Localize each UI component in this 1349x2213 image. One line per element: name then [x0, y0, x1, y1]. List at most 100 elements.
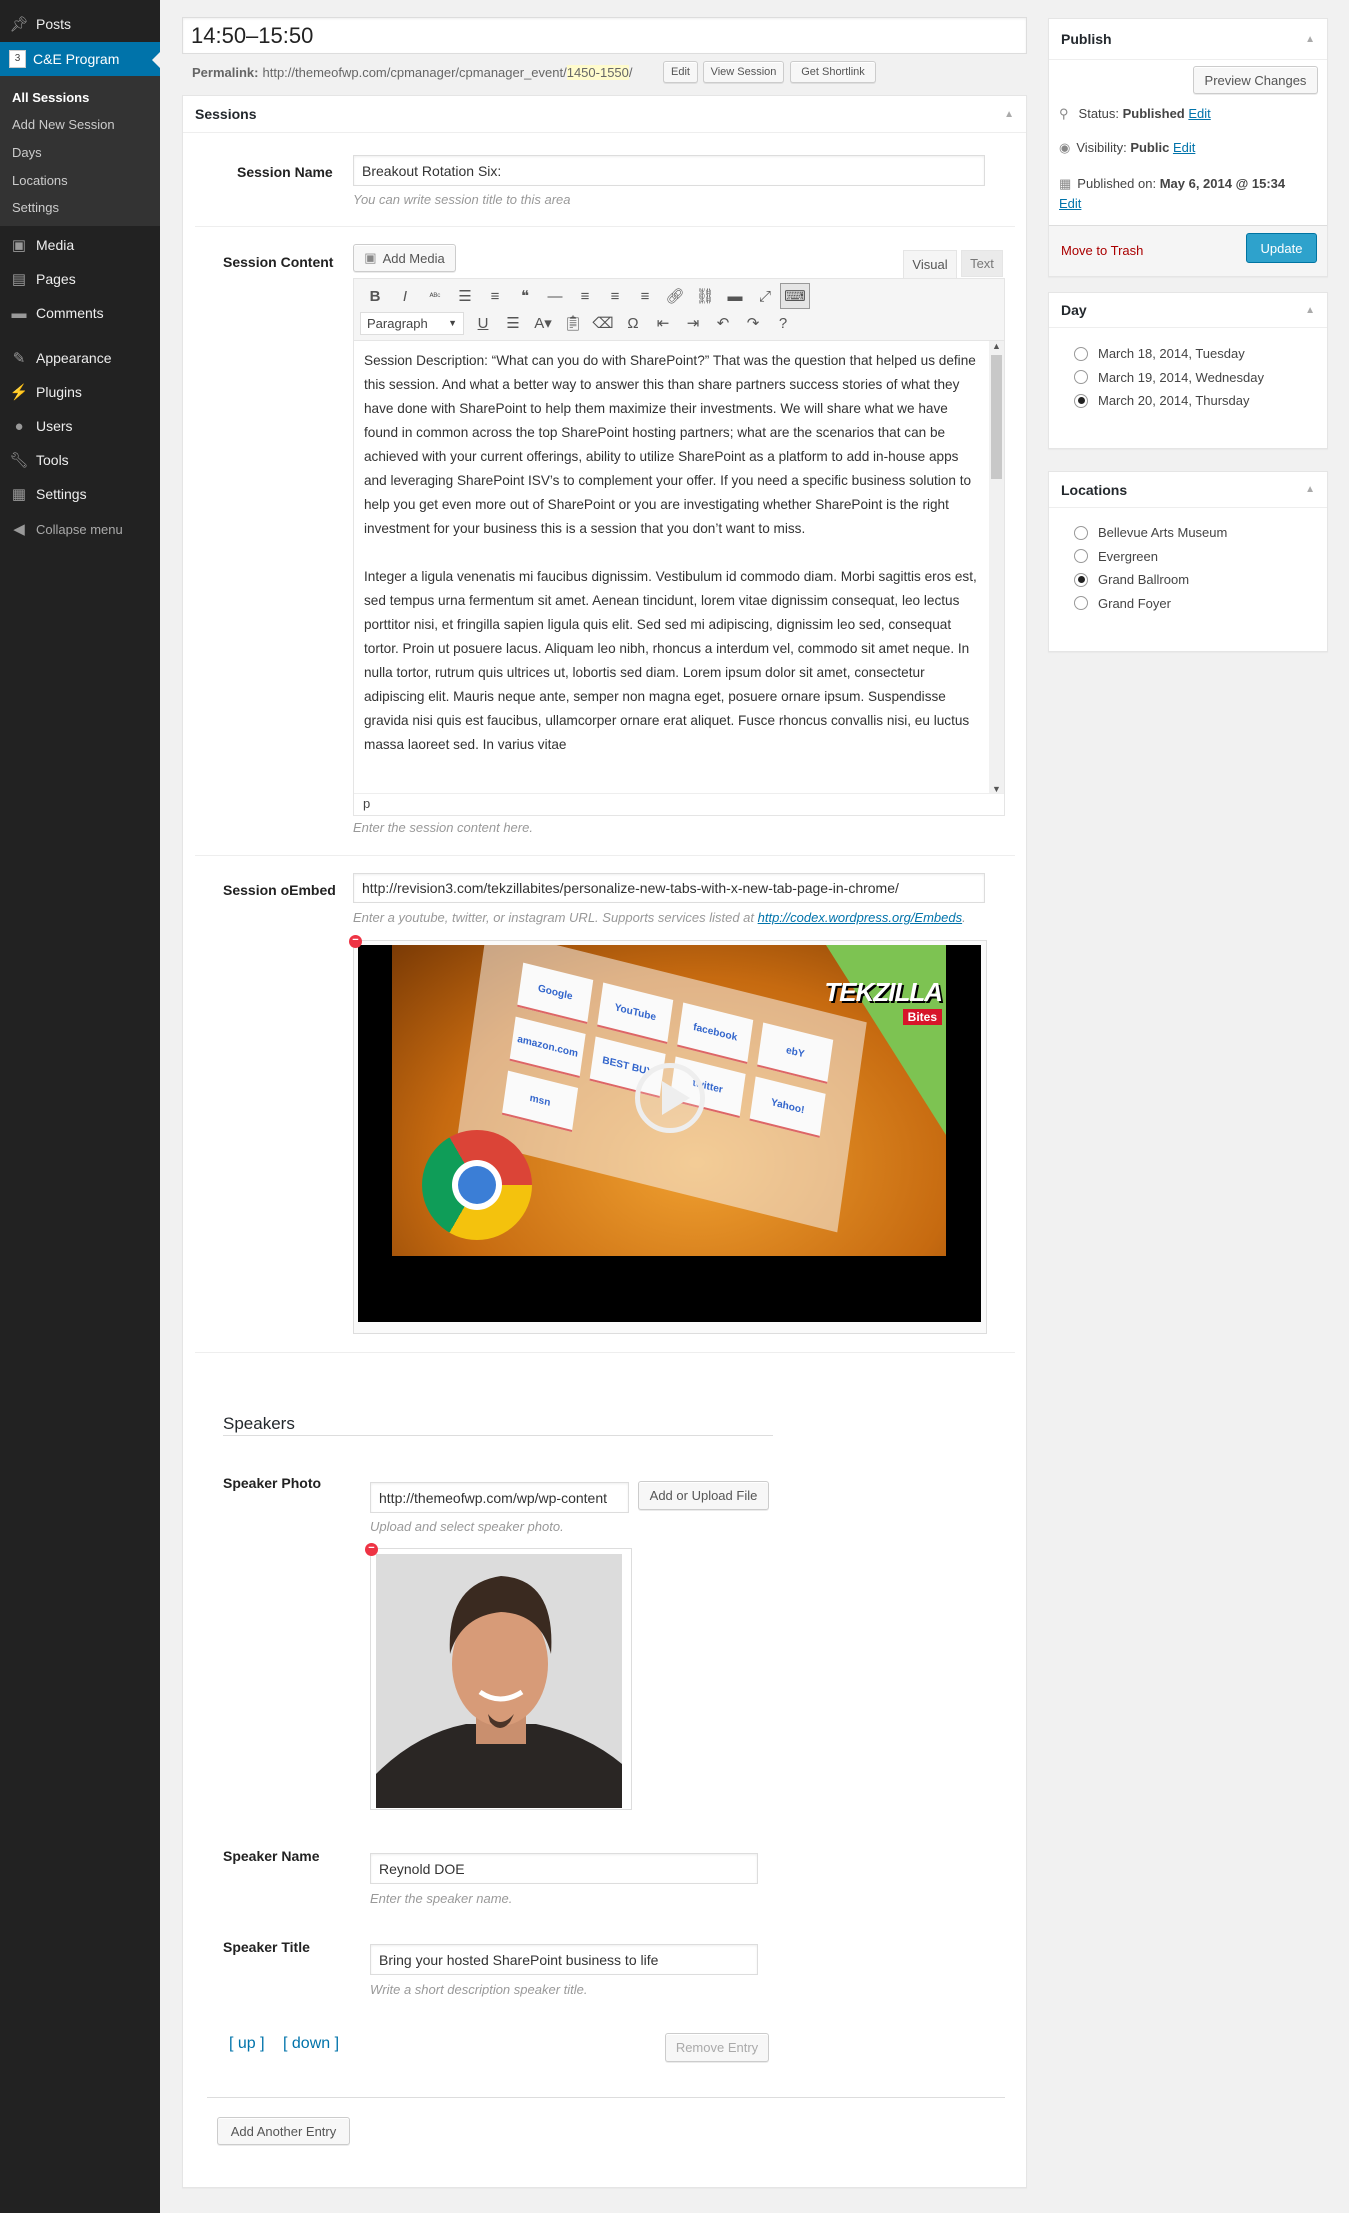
post-title-input[interactable]: 14:50–15:50 — [182, 17, 1027, 54]
radio-option[interactable]: Evergreen — [1074, 549, 1158, 564]
get-shortlink-button[interactable]: Get Shortlink — [790, 61, 876, 83]
sidebar-item-settings[interactable]: ▦ Settings — [0, 477, 160, 511]
view-session-button[interactable]: View Session — [703, 61, 784, 83]
sidebar-item-tools[interactable]: 🔧︎ Tools — [0, 443, 160, 477]
radio-option[interactable]: March 20, 2014, Thursday — [1074, 393, 1250, 408]
bullet-list-icon[interactable]: ☰ — [450, 283, 480, 309]
radio-button[interactable] — [1074, 370, 1088, 384]
radio-button[interactable] — [1074, 596, 1088, 610]
justify-icon[interactable]: ☰ — [498, 310, 528, 336]
redo-icon[interactable]: ↷ — [738, 310, 768, 336]
scroll-up-icon[interactable]: ▲ — [989, 341, 1004, 351]
collapse-toggle-icon[interactable]: ▲ — [1305, 305, 1315, 316]
special-char-icon[interactable]: Ω — [618, 310, 648, 336]
speaker-photo-input[interactable]: http://themeofwp.com/wp/wp-content — [370, 1482, 629, 1513]
editor-scrollbar[interactable]: ▲ ▼ — [989, 341, 1004, 794]
scroll-thumb[interactable] — [991, 355, 1002, 479]
move-up-link[interactable]: [ up ] — [229, 2035, 265, 2053]
sidebar-item-posts[interactable]: 📌︎ Posts — [0, 7, 160, 41]
submenu-settings[interactable]: Settings — [12, 200, 59, 215]
radio-button[interactable] — [1074, 346, 1088, 361]
sidebar-item-plugins[interactable]: ⚡ Plugins — [0, 375, 160, 409]
speaker-name-input[interactable]: Reynold DOE — [370, 1853, 758, 1884]
edit-visibility-link[interactable]: Edit — [1173, 140, 1195, 155]
remove-photo-icon[interactable]: − — [365, 1543, 378, 1556]
radio-option[interactable]: March 19, 2014, Wednesday — [1074, 370, 1264, 385]
collapse-toggle-icon[interactable]: ▲ — [1305, 34, 1315, 45]
read-more-icon[interactable]: ▬ — [720, 283, 750, 309]
align-left-icon[interactable]: ≡ — [570, 283, 600, 309]
paste-text-icon[interactable]: 📋︎ — [558, 310, 588, 336]
link-icon[interactable]: 🔗︎ — [660, 283, 690, 309]
unlink-icon[interactable]: ⛓ — [690, 283, 720, 309]
italic-icon[interactable]: I — [390, 283, 420, 309]
radio-button[interactable] — [1074, 572, 1088, 587]
day-metabox: Day ▲ March 18, 2014, Tuesday March 19, 20… — [1048, 292, 1328, 449]
edit-date-link[interactable]: Edit — [1059, 196, 1081, 211]
horizontal-rule-icon[interactable]: — — [540, 283, 570, 309]
align-right-icon[interactable]: ≡ — [630, 283, 660, 309]
radio-option[interactable]: March 18, 2014, Tuesday — [1074, 346, 1245, 361]
edit-status-link[interactable]: Edit — [1188, 106, 1210, 121]
move-down-link[interactable]: [ down ] — [283, 2035, 339, 2053]
play-button-icon[interactable] — [635, 1063, 705, 1133]
sidebar-item-appearance[interactable]: ✎ Appearance — [0, 341, 160, 375]
preview-changes-button[interactable]: Preview Changes — [1193, 66, 1318, 94]
radio-button[interactable] — [1074, 549, 1088, 563]
add-media-button[interactable]: ▣ Add Media — [353, 244, 456, 272]
tab-text[interactable]: Text — [961, 250, 1003, 277]
collapse-menu[interactable]: ◀ Collapse menu — [0, 512, 160, 546]
outdent-icon[interactable]: ⇤ — [648, 310, 678, 336]
fullscreen-icon[interactable]: ⤢ — [750, 283, 780, 309]
update-button[interactable]: Update — [1246, 233, 1317, 263]
editor-content[interactable]: Session Description: “What can you do wi… — [354, 341, 989, 794]
remove-entry-button[interactable]: Remove Entry — [665, 2033, 769, 2062]
blockquote-icon[interactable]: ❝ — [510, 283, 540, 309]
underline-icon[interactable]: U — [468, 310, 498, 336]
indent-icon[interactable]: ⇥ — [678, 310, 708, 336]
submenu-add-new-session[interactable]: Add New Session — [12, 117, 115, 132]
align-center-icon[interactable]: ≡ — [600, 283, 630, 309]
radio-option[interactable]: Grand Foyer — [1074, 596, 1171, 611]
clear-format-icon[interactable]: ⌫ — [588, 310, 618, 336]
radio-button[interactable] — [1074, 525, 1088, 540]
radio-option[interactable]: Bellevue Arts Museum — [1074, 525, 1227, 540]
sessions-header[interactable]: Sessions ▲ — [183, 96, 1026, 133]
locations-header[interactable]: Locations ▲ — [1049, 472, 1327, 508]
undo-icon[interactable]: ↶ — [708, 310, 738, 336]
speaker-title-input[interactable]: Bring your hosted SharePoint business to… — [370, 1944, 758, 1975]
text-color-icon[interactable]: A▾ — [528, 310, 558, 336]
move-to-trash-link[interactable]: Move to Trash — [1061, 243, 1143, 258]
collapse-toggle-icon[interactable]: ▲ — [1305, 484, 1315, 495]
submenu-locations[interactable]: Locations — [12, 173, 68, 188]
sidebar-item-media[interactable]: ▣ Media — [0, 228, 160, 262]
strikethrough-icon[interactable]: ᴬᴮᶜ — [420, 283, 450, 309]
radio-button[interactable] — [1074, 393, 1088, 408]
radio-option[interactable]: Grand Ballroom — [1074, 572, 1189, 587]
submenu-days[interactable]: Days — [12, 145, 42, 160]
embeds-link[interactable]: http://codex.wordpress.org/Embeds — [758, 910, 963, 925]
sidebar-item-ce-program[interactable]: 3 C&E Program — [0, 42, 160, 76]
publish-header[interactable]: Publish ▲ — [1049, 19, 1327, 60]
session-oembed-input[interactable]: http://revision3.com/tekzillabites/perso… — [353, 873, 985, 903]
submenu-all-sessions[interactable]: All Sessions — [12, 90, 89, 105]
edit-permalink-button[interactable]: Edit — [663, 61, 698, 83]
bold-icon[interactable]: B — [360, 283, 390, 309]
sidebar-item-pages[interactable]: ▤ Pages — [0, 262, 160, 296]
day-header[interactable]: Day ▲ — [1049, 293, 1327, 328]
remove-embed-icon[interactable]: − — [349, 935, 362, 948]
add-upload-file-button[interactable]: Add or Upload File — [638, 1481, 769, 1510]
speaker-photo — [376, 1554, 622, 1808]
collapse-toggle-icon[interactable]: ▲ — [1004, 109, 1014, 120]
toolbar-toggle-icon[interactable]: ⌨ — [780, 283, 810, 309]
video-tile: amazon.com — [509, 1016, 586, 1079]
add-another-entry-button[interactable]: Add Another Entry — [217, 2117, 350, 2145]
numbered-list-icon[interactable]: ≡ — [480, 283, 510, 309]
format-select[interactable]: Paragraph ▼ — [360, 311, 464, 335]
sidebar-item-users[interactable]: ● Users — [0, 409, 160, 443]
sidebar-item-comments[interactable]: ▬ Comments — [0, 296, 160, 330]
help-icon[interactable]: ? — [768, 310, 798, 336]
video-player[interactable]: Google YouTube facebook ebY amazon.com BEST B… — [358, 945, 981, 1322]
session-name-input[interactable]: Breakout Rotation Six: — [353, 155, 985, 186]
tab-visual[interactable]: Visual — [903, 250, 957, 278]
